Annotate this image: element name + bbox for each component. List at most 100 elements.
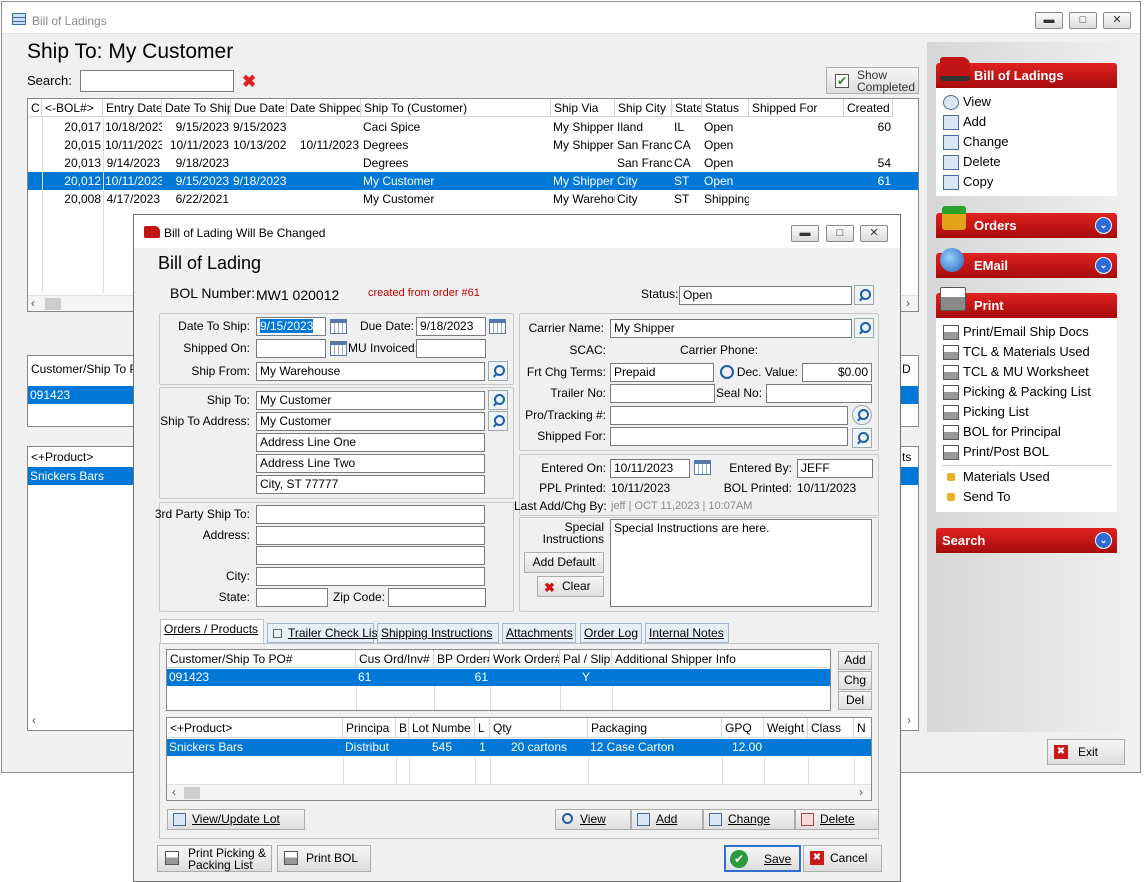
shipped-on-field[interactable]: [256, 339, 326, 358]
zip-field[interactable]: [388, 588, 486, 607]
carrier-search-icon[interactable]: [854, 318, 874, 338]
special-instructions-field[interactable]: Special Instructions are here.: [610, 519, 872, 607]
print-item-print-email-ship-docs[interactable]: Print/Email Ship Docs: [943, 324, 1089, 340]
orders-column-header[interactable]: BP Order#: [434, 650, 490, 668]
products-column-header[interactable]: L: [475, 718, 490, 738]
products-column-header[interactable]: <+Product>: [167, 718, 343, 738]
print-picking-button[interactable]: Print Picking & Packing List: [157, 845, 272, 872]
print-item-materials-used[interactable]: Materials Used: [947, 469, 1050, 484]
ship-from-field[interactable]: My Warehouse: [256, 362, 485, 381]
minimize-button[interactable]: ▬: [1035, 12, 1063, 29]
print-item-tcl-mu-worksheet[interactable]: TCL & MU Worksheet: [943, 364, 1089, 380]
scroll-right-icon[interactable]: ›: [907, 713, 911, 727]
orders-add-button[interactable]: Add: [838, 651, 872, 670]
view-button[interactable]: View: [555, 809, 631, 830]
third-party-field[interactable]: [256, 505, 485, 524]
date-to-ship-field[interactable]: 9/15/2023: [256, 317, 326, 336]
add-button[interactable]: Add: [631, 809, 703, 830]
list-column-header[interactable]: Entry Date: [103, 99, 162, 117]
list-column-header[interactable]: Ship City: [615, 99, 672, 117]
address-search-icon[interactable]: [488, 411, 508, 431]
list-column-header[interactable]: Ship To (Customer): [361, 99, 551, 117]
address-line-4[interactable]: City, ST 77777: [256, 475, 485, 494]
list-column-header[interactable]: Shipped For: [749, 99, 844, 117]
print-item-picking-list[interactable]: Picking List: [943, 404, 1029, 420]
products-column-header[interactable]: Class: [808, 718, 854, 738]
orders-column-header[interactable]: Pal / Slip: [560, 650, 612, 668]
ship-to-field[interactable]: My Customer: [256, 391, 485, 410]
list-column-header[interactable]: C: [28, 99, 42, 117]
table-row[interactable]: 20,017 10/18/2023 9/15/2023 9/15/2023 Caci S…: [28, 118, 918, 136]
orders-column-header[interactable]: Additional Shipper Info: [612, 650, 830, 668]
print-item-print-post-bol[interactable]: Print/Post BOL: [943, 444, 1049, 460]
tab-internal-notes[interactable]: Internal Notes: [645, 623, 729, 643]
frt-chg-terms-field[interactable]: Prepaid: [610, 363, 714, 382]
address-line-2[interactable]: Address Line One: [256, 433, 485, 452]
dec-value-field[interactable]: $0.00: [802, 363, 872, 382]
print-bol-button[interactable]: Print BOL: [277, 845, 371, 872]
maximize-button[interactable]: □: [826, 225, 854, 242]
address-line-1[interactable]: My Customer: [256, 412, 485, 431]
ship-to-search-icon[interactable]: [488, 390, 508, 410]
print-item-tcl-materials-used[interactable]: TCL & Materials Used: [943, 344, 1090, 360]
cancel-button[interactable]: ✖ Cancel: [803, 845, 882, 872]
print-item-picking-packing-list[interactable]: Picking & Packing List: [943, 384, 1091, 400]
products-column-header[interactable]: Qty: [490, 718, 588, 738]
search-panel-header[interactable]: Search ⌄: [936, 528, 1117, 553]
products-hscroll[interactable]: ‹ ›: [167, 784, 871, 800]
calendar-icon[interactable]: [489, 319, 506, 334]
frt-search-icon[interactable]: [720, 365, 734, 379]
shipped-for-search-icon[interactable]: [852, 428, 872, 448]
sidebar-item-copy[interactable]: Copy: [943, 174, 993, 190]
print-item-bol-for-principal[interactable]: BOL for Principal: [943, 424, 1061, 440]
table-row[interactable]: 20,013 9/14/2023 9/18/2023 Degrees San Franc…: [28, 154, 918, 172]
orders-panel-header[interactable]: Orders ⌄: [936, 206, 1117, 238]
clear-search-icon[interactable]: ✖: [242, 72, 256, 92]
entered-by-field[interactable]: JEFF: [797, 459, 873, 478]
list-column-header[interactable]: Ship Via: [551, 99, 615, 117]
orders-column-header[interactable]: Work Order#: [490, 650, 560, 668]
tab-shipping-instructions[interactable]: Shipping Instructions: [377, 623, 499, 643]
orders-del-button[interactable]: Del: [838, 691, 872, 710]
chevron-down-icon[interactable]: ⌄: [1095, 257, 1112, 274]
city-field[interactable]: [256, 567, 485, 586]
print-item-send-to[interactable]: Send To: [947, 489, 1010, 504]
products-column-header[interactable]: N: [854, 718, 871, 738]
scroll-right-icon[interactable]: ›: [906, 296, 910, 310]
mu-invoiced-field[interactable]: [416, 339, 486, 358]
status-field[interactable]: Open: [679, 286, 852, 305]
clear-button[interactable]: ✖ Clear: [537, 576, 604, 597]
tracking-search-icon[interactable]: [852, 405, 872, 425]
tab-order-log[interactable]: Order Log: [580, 623, 642, 643]
list-column-header[interactable]: State: [672, 99, 702, 117]
chevron-down-icon[interactable]: ⌄: [1095, 532, 1112, 549]
calendar-icon[interactable]: [330, 341, 347, 356]
calendar-icon[interactable]: [694, 460, 711, 475]
scroll-left-icon[interactable]: ‹: [172, 785, 176, 799]
orders-column-header[interactable]: Cus Ord/Inv#: [356, 650, 434, 668]
list-column-header[interactable]: Due Date: [231, 99, 287, 117]
scroll-thumb[interactable]: [184, 787, 200, 799]
trailer-no-field[interactable]: [610, 384, 715, 403]
close-button[interactable]: ✕: [860, 225, 888, 242]
seal-no-field[interactable]: [766, 384, 872, 403]
status-search-icon[interactable]: [854, 285, 874, 305]
tab-attachments[interactable]: Attachments: [502, 623, 576, 643]
address-line-3[interactable]: Address Line Two: [256, 454, 485, 473]
sidebar-item-view[interactable]: View: [943, 94, 991, 110]
list-column-header[interactable]: <-BOL#>: [42, 99, 103, 117]
shipped-for-field[interactable]: [610, 427, 848, 446]
state-field[interactable]: [256, 588, 328, 607]
change-button[interactable]: Change: [703, 809, 795, 830]
products-column-header[interactable]: Lot Numbe: [409, 718, 475, 738]
due-date-field[interactable]: 9/18/2023: [416, 317, 486, 336]
list-column-header[interactable]: Status: [702, 99, 749, 117]
orders-column-header[interactable]: Customer/Ship To PO#: [167, 650, 356, 668]
close-button[interactable]: ✕: [1103, 12, 1131, 29]
chevron-down-icon[interactable]: ⌄: [1095, 217, 1112, 234]
view-update-lot-button[interactable]: View/Update Lot: [167, 809, 305, 830]
table-row[interactable]: Snickers Bars Distribut 545 1 20 cartons 12 C…: [167, 739, 871, 756]
scroll-right-icon[interactable]: ›: [859, 785, 863, 799]
entered-on-field[interactable]: 10/11/2023: [610, 459, 690, 478]
show-completed-button[interactable]: ✔ Show Completed: [826, 67, 919, 94]
